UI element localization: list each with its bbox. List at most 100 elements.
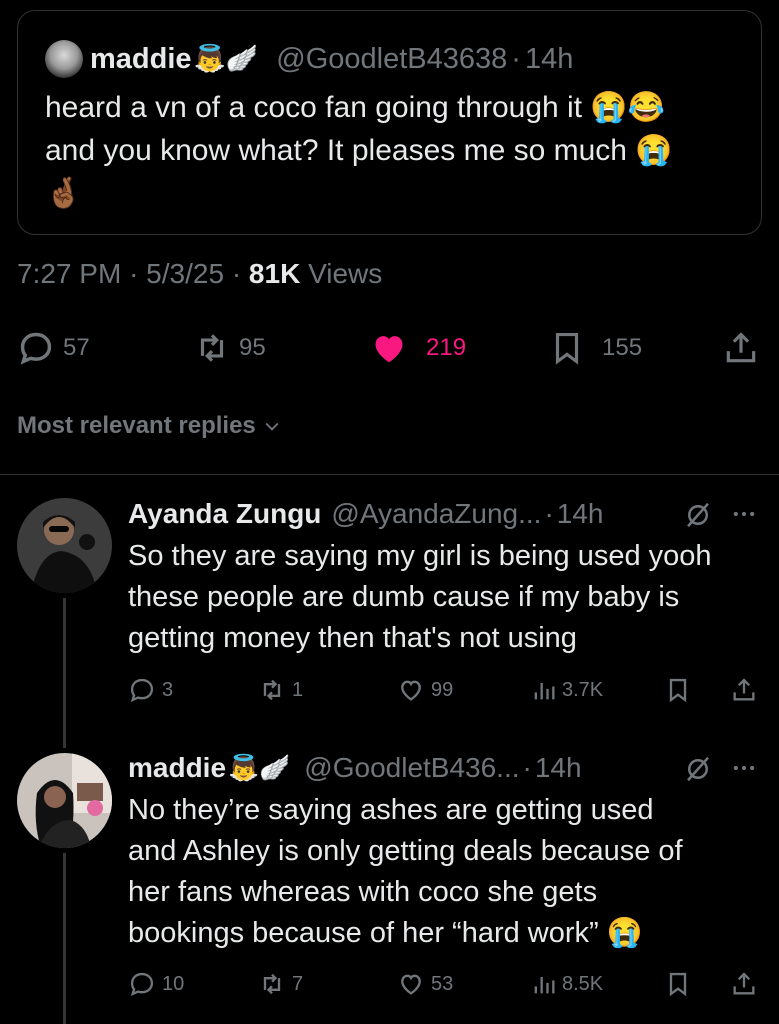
share-icon xyxy=(733,972,755,995)
reply-display-name[interactable]: maddie xyxy=(128,752,226,784)
reply-count: 57 xyxy=(63,334,90,361)
tweet-date[interactable]: 5/3/25 xyxy=(146,258,224,289)
repost-count: 1 xyxy=(292,678,304,701)
reply-handle[interactable]: @GoodletB436... xyxy=(304,752,519,784)
repost-icon xyxy=(263,679,281,701)
grok-icon xyxy=(687,756,709,782)
like-icon xyxy=(401,974,421,995)
reply-display-name[interactable]: Ayanda Zungu xyxy=(128,498,321,530)
meta-separator: · xyxy=(129,258,139,289)
share-button[interactable] xyxy=(722,329,760,367)
reply-header: Ayanda Zungu @AyandaZung... · 14h xyxy=(128,494,604,534)
quoted-tweet-header: maddie 👼🪽 @GoodletB43638 · 14h xyxy=(90,40,573,78)
reply-button[interactable]: 10 xyxy=(128,970,184,998)
like-button[interactable]: 219 xyxy=(370,329,466,367)
like-count: 53 xyxy=(431,972,454,995)
reply-count: 10 xyxy=(162,972,185,995)
quoted-text-line: and you know what? It pleases me so much… xyxy=(45,134,673,167)
grok-button[interactable] xyxy=(683,500,713,535)
reply-time-separator: · xyxy=(522,752,532,783)
avatar[interactable] xyxy=(17,753,112,848)
quoted-time-separator: · xyxy=(511,42,521,75)
reply-text: No they’re saying ashes are getting used… xyxy=(128,790,768,954)
like-button[interactable]: 99 xyxy=(397,676,453,704)
views-count: 3.7K xyxy=(562,678,604,701)
repost-button[interactable]: 1 xyxy=(258,676,303,704)
divider xyxy=(0,474,779,475)
reply-time-separator: · xyxy=(544,498,554,529)
reply-time[interactable]: 14h xyxy=(557,498,604,530)
like-icon xyxy=(375,336,403,363)
views-icon xyxy=(534,683,555,700)
reply-action-bar: 3 1 99 3.7K xyxy=(0,672,779,708)
reply-icon xyxy=(130,678,154,702)
like-count: 219 xyxy=(426,334,467,361)
bookmark-count: 155 xyxy=(602,334,643,361)
reply-text-line: her fans whereas with coco she gets xyxy=(128,876,598,908)
repost-icon xyxy=(200,334,224,362)
avatar[interactable] xyxy=(17,498,112,593)
like-icon xyxy=(401,680,421,701)
reply-button[interactable]: 3 xyxy=(128,676,173,704)
quoted-handle[interactable]: @GoodletB43638 xyxy=(276,43,507,76)
quoted-tweet-text: heard a vn of a coco fan going through i… xyxy=(45,86,745,215)
bookmark-button[interactable]: 155 xyxy=(548,329,642,367)
share-button[interactable] xyxy=(730,676,758,704)
reply-button[interactable]: 57 xyxy=(17,329,90,367)
views-icon xyxy=(534,977,555,994)
more-icon xyxy=(733,765,755,771)
quoted-time[interactable]: 14h xyxy=(525,43,573,76)
views-count: 8.5K xyxy=(562,972,604,995)
reply-time[interactable]: 14h xyxy=(535,752,582,784)
bookmark-button[interactable] xyxy=(664,676,692,704)
share-button[interactable] xyxy=(730,970,758,998)
repost-button[interactable]: 7 xyxy=(258,970,303,998)
bookmark-icon xyxy=(669,972,687,997)
reply-text: So they are saying my girl is being used… xyxy=(128,536,768,659)
avatar-image xyxy=(17,753,112,848)
like-button[interactable]: 53 xyxy=(397,970,453,998)
replies-sort-toggle[interactable]: Most relevant replies xyxy=(17,412,282,440)
reply-text-line: So they are saying my girl is being used… xyxy=(128,540,712,572)
repost-count: 95 xyxy=(239,334,266,361)
views-label: Views xyxy=(308,258,383,289)
repost-button[interactable]: 95 xyxy=(193,329,266,367)
chevron-down-icon xyxy=(265,422,279,431)
views-count: 81K xyxy=(248,258,301,289)
reply-text-line: No they’re saying ashes are getting used xyxy=(128,794,654,826)
quoted-display-name[interactable]: maddie xyxy=(90,43,192,76)
quoted-avatar[interactable] xyxy=(45,40,83,78)
reply-icon xyxy=(20,332,52,365)
reply-handle[interactable]: @AyandaZung... xyxy=(331,498,541,530)
quoted-text-line: 🤞🏾 xyxy=(45,177,83,210)
share-icon xyxy=(733,678,755,701)
bookmark-icon xyxy=(555,332,579,365)
avatar-image xyxy=(17,498,112,593)
bookmark-icon xyxy=(669,678,687,703)
repost-icon xyxy=(263,973,281,995)
more-icon xyxy=(733,511,755,517)
repost-count: 7 xyxy=(292,972,304,995)
grok-icon xyxy=(687,502,709,528)
views-button[interactable]: 8.5K xyxy=(530,970,603,998)
views-button[interactable]: 3.7K xyxy=(530,676,603,704)
reply-text-line: bookings because of her “hard work” 😭 xyxy=(128,917,643,949)
more-button[interactable] xyxy=(730,754,758,787)
reply-text-line: and Ashley is only getting deals because… xyxy=(128,835,683,867)
grok-button[interactable] xyxy=(683,754,713,789)
like-count: 99 xyxy=(431,678,454,701)
reply-text-line: getting money then that's not using xyxy=(128,622,577,654)
quoted-text-line: heard a vn of a coco fan going through i… xyxy=(45,91,666,124)
reply-icon xyxy=(130,972,154,996)
tweet-time[interactable]: 7:27 PM xyxy=(17,258,121,289)
reply-name-emojis: 👼🪽 xyxy=(228,753,291,782)
more-button[interactable] xyxy=(730,500,758,533)
tweet-meta: 7:27 PM · 5/3/25 · 81K Views xyxy=(17,258,382,290)
reply-action-bar: 10 7 53 8.5K xyxy=(0,966,779,1002)
quoted-name-emojis: 👼🪽 xyxy=(193,44,259,74)
meta-separator: · xyxy=(231,258,242,289)
share-icon xyxy=(726,332,756,363)
reply-header: maddie 👼🪽 @GoodletB436... · 14h xyxy=(128,748,582,788)
main-action-bar: 57 95 219 155 xyxy=(0,326,779,370)
bookmark-button[interactable] xyxy=(664,970,692,998)
